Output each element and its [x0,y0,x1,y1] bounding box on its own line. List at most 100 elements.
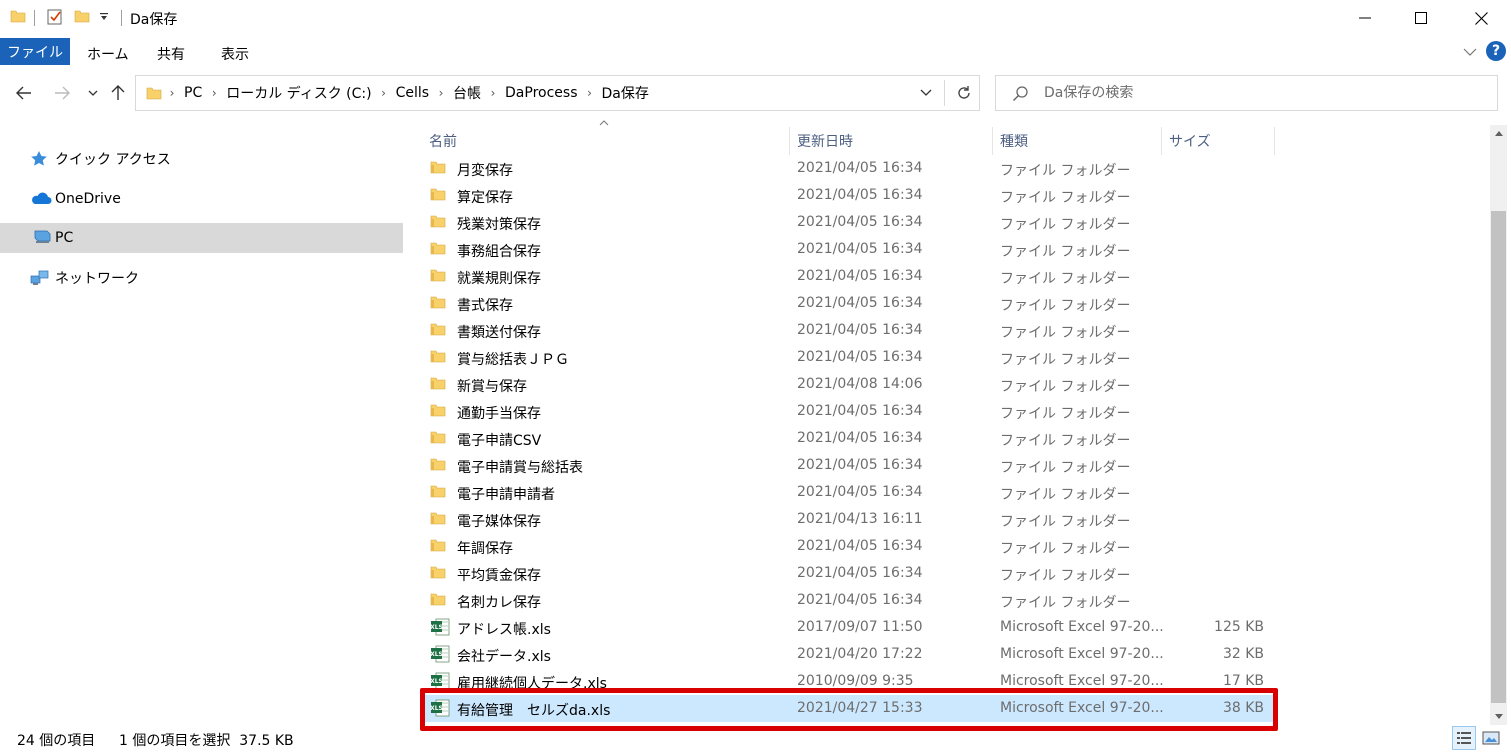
chevron-right-icon[interactable]: › [374,86,394,100]
scroll-up-icon[interactable] [1490,125,1507,142]
table-row[interactable]: 電子申請賞与総括表 2021/04/05 16:34 ファイル フォルダー [420,452,1278,479]
column-header-name[interactable]: 名前 [429,127,457,155]
minimize-button[interactable] [1336,0,1394,36]
file-modified: 2021/04/13 16:11 [797,511,923,527]
file-type: ファイル フォルダー [1000,541,1131,557]
file-modified: 2021/04/05 16:34 [797,565,923,581]
file-type: Microsoft Excel 97-20... [1000,673,1164,689]
table-row[interactable]: 事務組合保存 2021/04/05 16:34 ファイル フォルダー [420,236,1278,263]
tab-share[interactable]: 共有 [157,44,185,64]
help-icon[interactable]: ? [1486,41,1506,61]
table-row[interactable]: XLS 雇用継続個人データ.xls 2010/09/09 9:35 Microsoft… [420,668,1278,695]
chevron-right-icon[interactable]: › [162,86,182,100]
chevron-right-icon[interactable]: › [483,86,503,100]
file-type: ファイル フォルダー [1000,433,1131,449]
excel-file-icon: XLS [430,672,450,690]
table-row[interactable]: 電子申請申請者 2021/04/05 16:34 ファイル フォルダー [420,479,1278,506]
file-modified: 2021/04/27 15:33 [797,700,923,716]
breadcrumb-local-disk[interactable]: ローカル ディスク (C:) [224,83,373,103]
address-bar[interactable]: › PC › ローカル ディスク (C:) › Cells › 台帳 › DaP… [135,75,980,111]
close-button[interactable] [1452,0,1510,36]
tab-home[interactable]: ホーム [87,44,129,64]
back-button[interactable] [11,79,37,107]
breadcrumb: › PC › ローカル ディスク (C:) › Cells › 台帳 › DaP… [136,76,651,110]
chevron-right-icon[interactable]: › [204,86,224,100]
item-count: 24 個の項目 [17,733,96,749]
forward-button[interactable] [49,79,75,107]
folder-icon [430,510,450,528]
status-bar: 24 個の項目 1 個の項目を選択 37.5 KB [0,726,1511,752]
maximize-button[interactable] [1392,0,1450,36]
file-modified: 2021/04/05 16:34 [797,322,923,338]
file-name: 会社データ.xls [457,649,551,665]
table-row[interactable]: 新賞与保存 2021/04/08 14:06 ファイル フォルダー [420,371,1278,398]
properties-icon[interactable] [46,8,64,26]
expand-ribbon-icon[interactable] [1463,45,1477,61]
new-folder-icon[interactable] [74,8,90,24]
breadcrumb-pc[interactable]: PC [182,85,204,101]
breadcrumb-ledger[interactable]: 台帳 [451,83,483,103]
table-row[interactable]: 平均賃金保存 2021/04/05 16:34 ファイル フォルダー [420,560,1278,587]
file-modified: 2021/04/05 16:34 [797,214,923,230]
refresh-button[interactable] [948,76,980,110]
vertical-scrollbar[interactable] [1490,125,1507,725]
navigation-pane: クイック アクセス OneDrive PC ネットワーク [0,125,404,725]
folder-icon [430,591,450,609]
column-header-type[interactable]: 種類 [1000,127,1028,155]
scroll-down-icon[interactable] [1490,708,1507,725]
chevron-right-icon[interactable]: › [431,86,451,100]
star-icon [30,150,50,168]
large-icons-view-button[interactable] [1479,726,1503,750]
search-input[interactable] [1044,76,1484,110]
nav-item-pc[interactable]: PC [0,223,403,253]
table-row[interactable]: 書式保存 2021/04/05 16:34 ファイル フォルダー [420,290,1278,317]
table-row[interactable]: 名刺カレ保存 2021/04/05 16:34 ファイル フォルダー [420,587,1278,614]
breadcrumb-current[interactable]: Da保存 [600,83,651,103]
file-size: 17 KB [1222,673,1264,689]
file-modified: 2010/09/09 9:35 [797,673,914,689]
folder-icon [430,213,450,231]
nav-label: OneDrive [55,191,121,207]
breadcrumb-daprocess[interactable]: DaProcess [503,85,579,101]
chevron-right-icon[interactable]: › [580,86,600,100]
folder-icon [430,429,450,447]
table-row[interactable]: 賞与総括表ＪＰＧ 2021/04/05 16:34 ファイル フォルダー [420,344,1278,371]
file-name: 電子媒体保存 [457,514,541,530]
table-row[interactable]: 年調保存 2021/04/05 16:34 ファイル フォルダー [420,533,1278,560]
table-row[interactable]: 電子媒体保存 2021/04/13 16:11 ファイル フォルダー [420,506,1278,533]
folder-icon [10,8,26,24]
up-button[interactable] [105,79,131,107]
nav-label: PC [55,230,74,246]
tab-file[interactable]: ファイル [0,38,70,65]
table-row-selected[interactable]: XLS 有給管理 セルズda.xls 2021/04/27 15:33 Microso… [420,695,1278,722]
nav-item-network[interactable]: ネットワーク [0,263,403,293]
file-size: 125 KB [1214,619,1264,635]
table-row[interactable]: 残業対策保存 2021/04/05 16:34 ファイル フォルダー [420,209,1278,236]
nav-item-quick-access[interactable]: クイック アクセス [0,144,403,174]
sort-ascending-icon [599,118,609,129]
folder-icon [136,85,162,101]
file-modified: 2021/04/05 16:34 [797,403,923,419]
column-header-modified[interactable]: 更新日時 [797,127,853,155]
file-modified: 2017/09/07 11:50 [797,619,923,635]
file-type: ファイル フォルダー [1000,595,1131,611]
column-header-size[interactable]: サイズ [1169,127,1211,155]
recent-locations-button[interactable] [80,79,106,107]
table-row[interactable]: 電子申請CSV 2021/04/05 16:34 ファイル フォルダー [420,425,1278,452]
table-row[interactable]: XLS 会社データ.xls 2021/04/20 17:22 Microsoft Ex… [420,641,1278,668]
table-row[interactable]: XLS アドレス帳.xls 2017/09/07 11:50 Microsoft Ex… [420,614,1278,641]
tab-view[interactable]: 表示 [221,44,249,64]
file-modified: 2021/04/05 16:34 [797,430,923,446]
table-row[interactable]: 月変保存 2021/04/05 16:34 ファイル フォルダー [420,155,1278,182]
details-view-button[interactable] [1452,726,1476,750]
table-row[interactable]: 就業規則保存 2021/04/05 16:34 ファイル フォルダー [420,263,1278,290]
table-row[interactable]: 書類送付保存 2021/04/05 16:34 ファイル フォルダー [420,317,1278,344]
scrollbar-thumb[interactable] [1491,211,1506,703]
address-history-dropdown[interactable] [911,76,941,110]
nav-item-onedrive[interactable]: OneDrive [0,184,403,214]
breadcrumb-cells[interactable]: Cells [394,85,431,101]
table-row[interactable]: 通勤手当保存 2021/04/05 16:34 ファイル フォルダー [420,398,1278,425]
table-row[interactable]: 算定保存 2021/04/05 16:34 ファイル フォルダー [420,182,1278,209]
quick-access-dropdown-icon[interactable] [99,12,109,22]
file-type: ファイル フォルダー [1000,352,1131,368]
